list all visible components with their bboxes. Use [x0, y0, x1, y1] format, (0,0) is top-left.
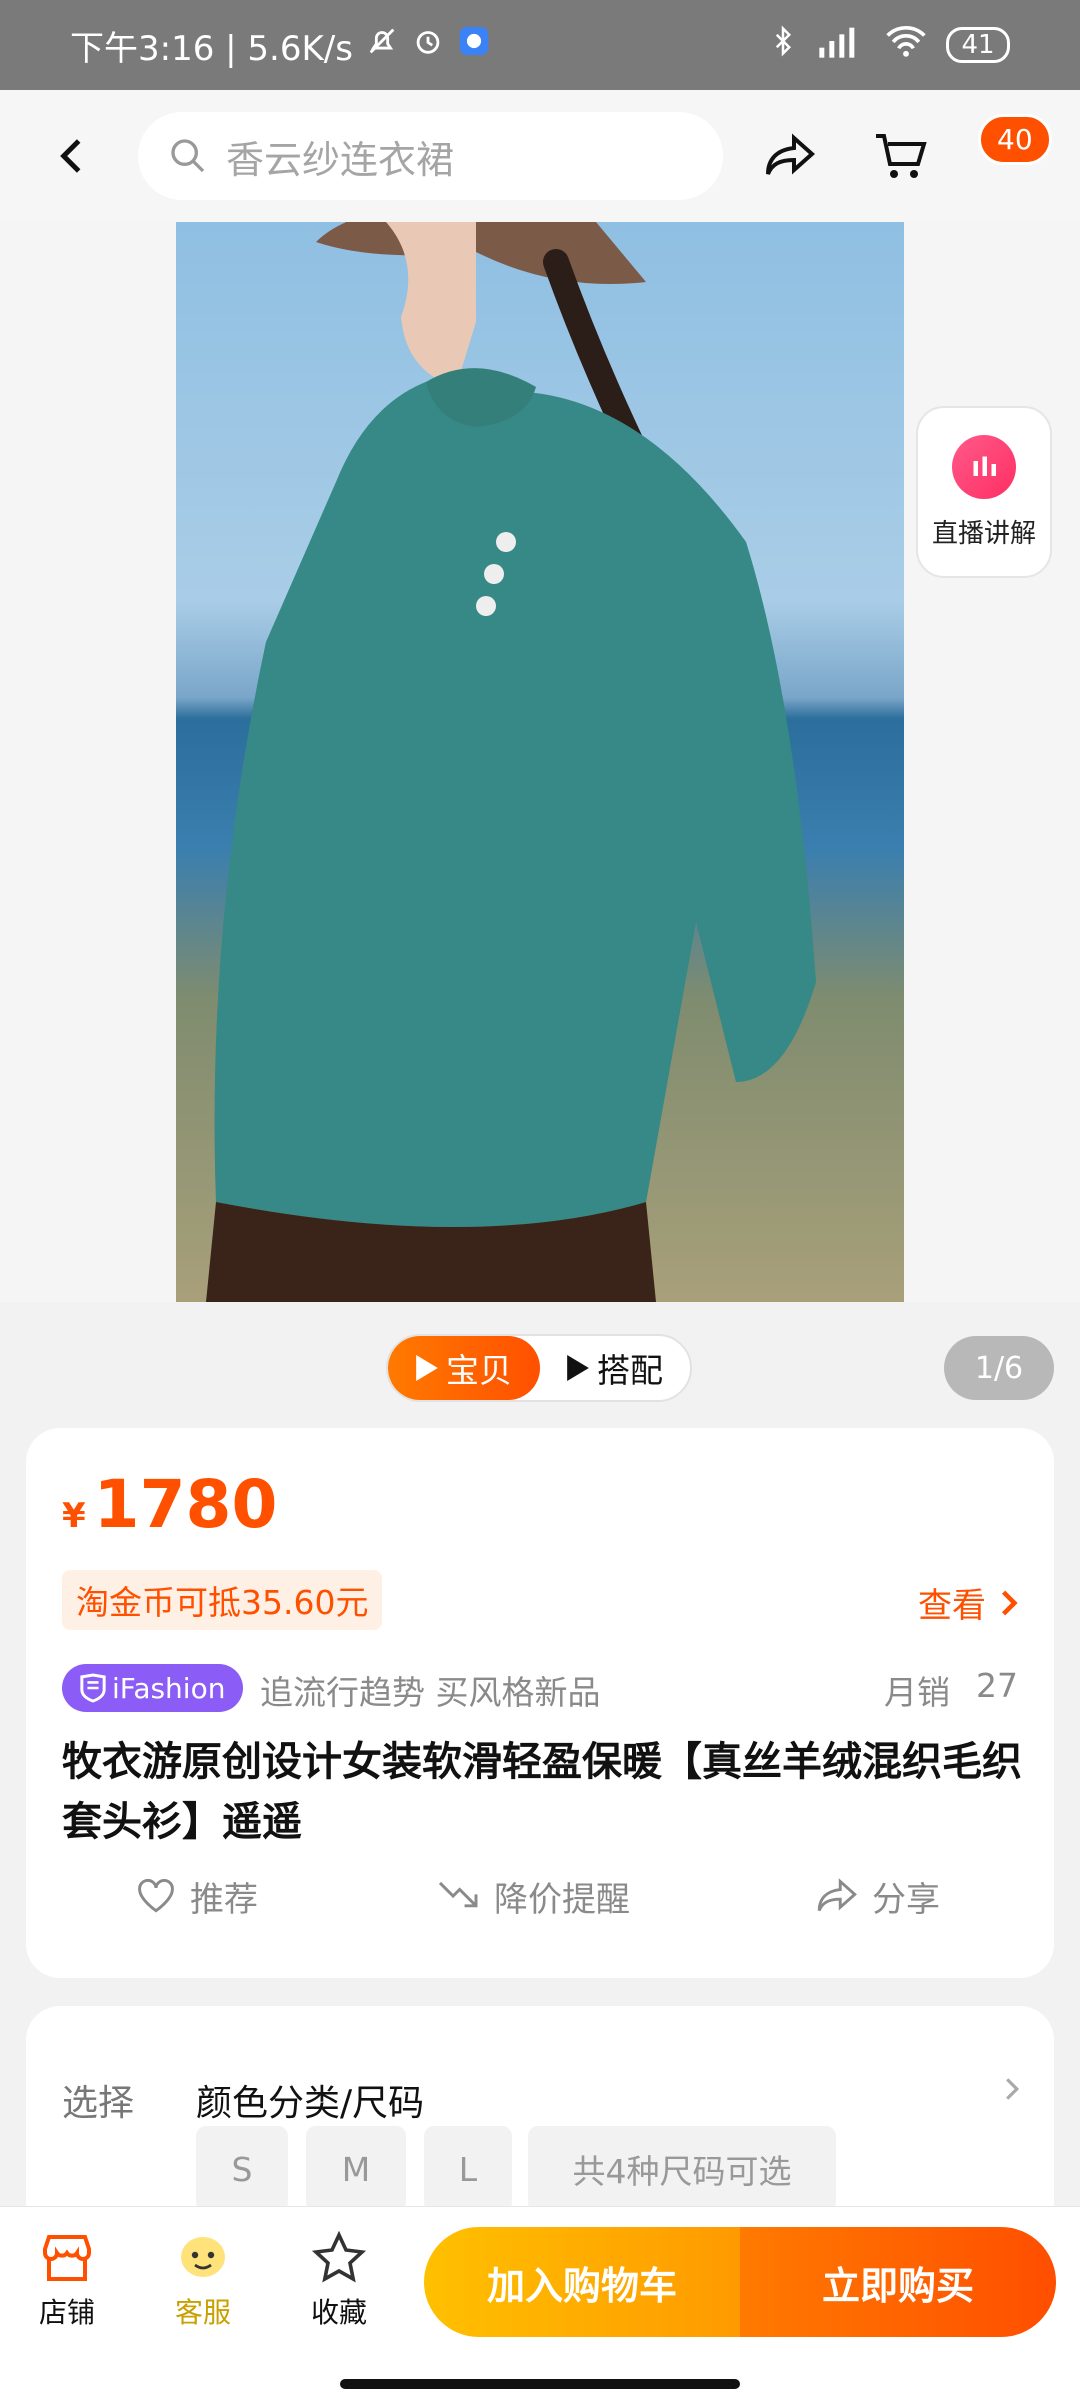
service-mascot-icon: [181, 2237, 225, 2277]
customer-service-button[interactable]: 客服: [148, 2231, 258, 2331]
ifashion-icon: [80, 1673, 106, 1703]
monthly-sales: 月销 27: [884, 1666, 1018, 1714]
search-placeholder: 香云纱连衣裙: [226, 137, 455, 182]
service-label: 客服: [174, 2296, 231, 2329]
favorite-button[interactable]: 收藏: [284, 2231, 394, 2331]
product-actions: 推荐 降价提醒 分享: [26, 1866, 1054, 1926]
sales-label: 月销: [884, 1673, 950, 1712]
image-pager: 1/6: [944, 1336, 1054, 1400]
view-offer-link[interactable]: 查看: [918, 1578, 1018, 1627]
share-icon: [817, 1878, 857, 1912]
home-indicator[interactable]: [340, 2379, 740, 2389]
bottom-action-bar: 店铺 客服 收藏 加入购物车 立即购买: [0, 2206, 1080, 2400]
price-value: 1780: [93, 1466, 278, 1543]
tab-inactive-label: 搭配: [597, 1351, 663, 1390]
price: ¥ 1780: [62, 1466, 277, 1543]
store-button[interactable]: 店铺: [12, 2231, 122, 2331]
share-label: 分享: [872, 1879, 940, 1920]
share-product-button[interactable]: 分享: [816, 1872, 940, 1921]
size-chip-m[interactable]: M: [306, 2126, 406, 2212]
chevron-right-icon: [1002, 1590, 1018, 1615]
live-explain-button[interactable]: 直播讲解: [916, 406, 1052, 578]
select-value: 颜色分类/尺码: [196, 2083, 425, 2124]
top-nav-bar: 香云纱连衣裙 40: [0, 90, 1080, 222]
add-to-cart-button[interactable]: 加入购物车: [424, 2227, 740, 2337]
back-arrow-icon: [60, 139, 81, 173]
sales-count: 27: [976, 1666, 1018, 1705]
view-label: 查看: [918, 1586, 986, 1626]
tab-outfit[interactable]: 搭配: [540, 1336, 690, 1400]
buy-now-button[interactable]: 立即购买: [740, 2227, 1056, 2337]
share-icon: [766, 133, 816, 175]
play-icon: [416, 1355, 438, 1381]
store-icon: [43, 2235, 91, 2281]
store-label: 店铺: [38, 2296, 95, 2329]
size-chip-s[interactable]: S: [196, 2126, 288, 2212]
play-icon: [567, 1355, 589, 1381]
tab-item-baby[interactable]: 宝贝: [388, 1336, 540, 1400]
live-explain-label: 直播讲解: [931, 518, 1036, 549]
back-button[interactable]: [32, 116, 112, 196]
trend-down-icon: [438, 1881, 478, 1908]
favorite-label: 收藏: [310, 2296, 367, 2329]
price-drop-alert-button[interactable]: 降价提醒: [436, 1872, 630, 1921]
product-title: 牧衣游原创设计女装软滑轻盈保暖【真丝羊绒混织毛织套头衫】遥遥: [62, 1739, 1022, 1845]
media-tabs: 宝贝 搭配: [386, 1334, 692, 1402]
currency-symbol: ¥: [62, 1496, 86, 1536]
battery-indicator: 41: [946, 27, 1010, 63]
size-chip-l[interactable]: L: [424, 2126, 512, 2212]
cart-count-badge: 40: [978, 114, 1052, 165]
sweater-photo-illustration: [206, 222, 817, 1302]
coin-offer: 淘金币可抵35.60元: [62, 1570, 383, 1630]
alarm-icon: [411, 24, 445, 67]
product-info-card: ¥ 1780 淘金币可抵35.60元 查看 iFashion 追流行趋势 买风格…: [26, 1428, 1054, 1978]
recommend-label: 推荐: [190, 1879, 258, 1920]
ifashion-badge: iFashion: [62, 1664, 244, 1712]
tab-active-label: 宝贝: [446, 1351, 512, 1390]
chevron-right-icon: [1004, 2074, 1020, 2108]
brand-slogan: 追流行趋势 买风格新品: [260, 1673, 601, 1712]
status-time-speed: 下午3:16 | 5.6K/s: [70, 28, 353, 69]
share-button[interactable]: [752, 118, 828, 194]
search-input[interactable]: 香云纱连衣裙: [138, 112, 723, 200]
wifi-icon: [884, 24, 928, 67]
status-bar: 下午3:16 | 5.6K/s 41: [0, 0, 1080, 90]
live-bars-icon: [952, 434, 1016, 499]
product-photo[interactable]: [176, 222, 904, 1302]
recommend-button[interactable]: 推荐: [136, 1872, 258, 1921]
heart-icon: [138, 1878, 174, 1913]
app-notification-icon: [457, 24, 491, 67]
cart-button[interactable]: [862, 118, 938, 194]
cart-icon: [876, 134, 927, 178]
star-icon: [311, 2231, 367, 2283]
silent-bell-icon: [365, 24, 399, 67]
price-drop-label: 降价提醒: [494, 1879, 630, 1920]
select-label: 选择: [62, 2083, 135, 2124]
search-icon: [171, 139, 205, 173]
brand-tag: iFashion: [112, 1671, 226, 1705]
product-gallery[interactable]: 直播讲解: [0, 222, 1080, 1302]
bluetooth-icon: [768, 23, 798, 68]
more-sizes-chip[interactable]: 共4种尺码可选: [528, 2126, 836, 2212]
signal-icon: [816, 24, 866, 67]
